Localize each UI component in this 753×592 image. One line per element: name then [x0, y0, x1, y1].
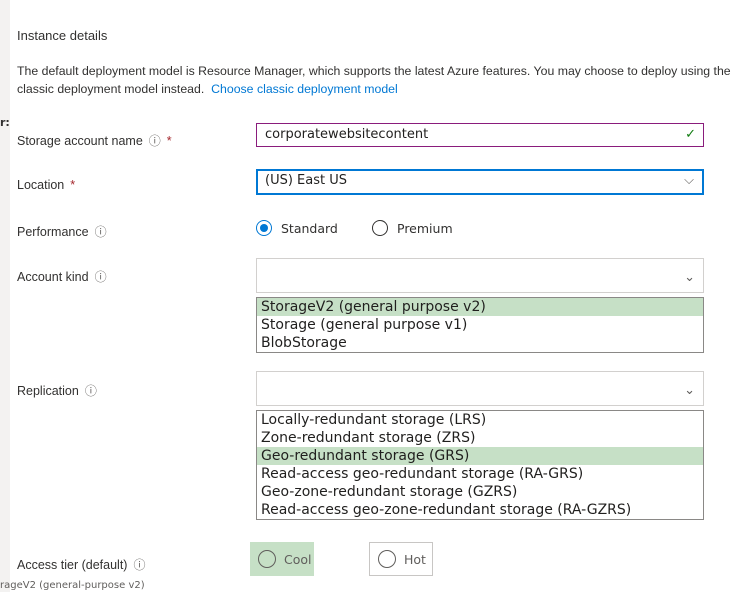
radio-icon [258, 550, 276, 568]
access-tier-label: Access tier (default) ⓘ [17, 558, 146, 572]
access-tier-hot-option[interactable]: Hot [369, 542, 433, 576]
valid-check-icon: ✓ [685, 127, 696, 142]
radio-unselected-icon [372, 220, 388, 236]
access-tier-cool-option[interactable]: Cool [250, 542, 314, 576]
info-icon[interactable]: ⓘ [133, 558, 145, 572]
list-option[interactable]: Read-access geo-zone-redundant storage (… [257, 501, 703, 519]
list-option[interactable]: Locally-redundant storage (LRS) [257, 411, 703, 429]
classic-deployment-link[interactable]: Choose classic deployment model [211, 82, 398, 96]
chevron-down-icon: ⌄ [684, 269, 695, 284]
info-icon[interactable]: ⓘ [95, 270, 107, 284]
list-option[interactable]: Geo-zone-redundant storage (GZRS) [257, 483, 703, 501]
side-label-fragment: r: [0, 116, 10, 129]
chevron-down-icon: ⌄ [684, 382, 695, 397]
list-option[interactable]: BlobStorage [257, 334, 703, 352]
performance-standard-radio[interactable]: Standard [256, 220, 338, 236]
bottom-caption-fragment: rageV2 (general-purpose v2) [0, 580, 145, 591]
chevron-down-icon: ⌵ [684, 173, 694, 188]
list-option[interactable]: StorageV2 (general purpose v2) [257, 298, 703, 316]
radio-selected-icon [256, 220, 272, 236]
replication-label: Replication ⓘ [17, 384, 97, 398]
required-marker: * [166, 134, 172, 148]
account-kind-dropdown[interactable]: ⌄ [256, 258, 704, 293]
storage-account-name-label: Storage account name ⓘ * [17, 134, 172, 148]
required-marker: * [70, 178, 76, 192]
deployment-description: The default deployment model is Resource… [17, 62, 742, 98]
location-dropdown[interactable]: (US) East US ⌵ [256, 169, 704, 195]
list-option[interactable]: Geo-redundant storage (GRS) [257, 447, 703, 465]
list-option[interactable]: Zone-redundant storage (ZRS) [257, 429, 703, 447]
storage-account-name-input[interactable]: corporatewebsitecontent ✓ [256, 123, 704, 147]
info-icon[interactable]: ⓘ [85, 384, 97, 398]
performance-label: Performance ⓘ [17, 225, 107, 239]
replication-dropdown[interactable]: ⌄ [256, 371, 704, 406]
left-panel-strip [0, 0, 10, 592]
replication-options-list: Locally-redundant storage (LRS) Zone-red… [256, 410, 704, 520]
section-title: Instance details [17, 28, 108, 43]
list-option[interactable]: Storage (general purpose v1) [257, 316, 703, 334]
account-kind-label: Account kind ⓘ [17, 270, 107, 284]
account-kind-options-list: StorageV2 (general purpose v2) Storage (… [256, 297, 704, 353]
location-label: Location * [17, 178, 76, 192]
info-icon[interactable]: ⓘ [95, 225, 107, 239]
radio-icon [378, 550, 396, 568]
info-icon[interactable]: ⓘ [149, 134, 161, 148]
list-option[interactable]: Read-access geo-redundant storage (RA-GR… [257, 465, 703, 483]
performance-premium-radio[interactable]: Premium [372, 220, 453, 236]
